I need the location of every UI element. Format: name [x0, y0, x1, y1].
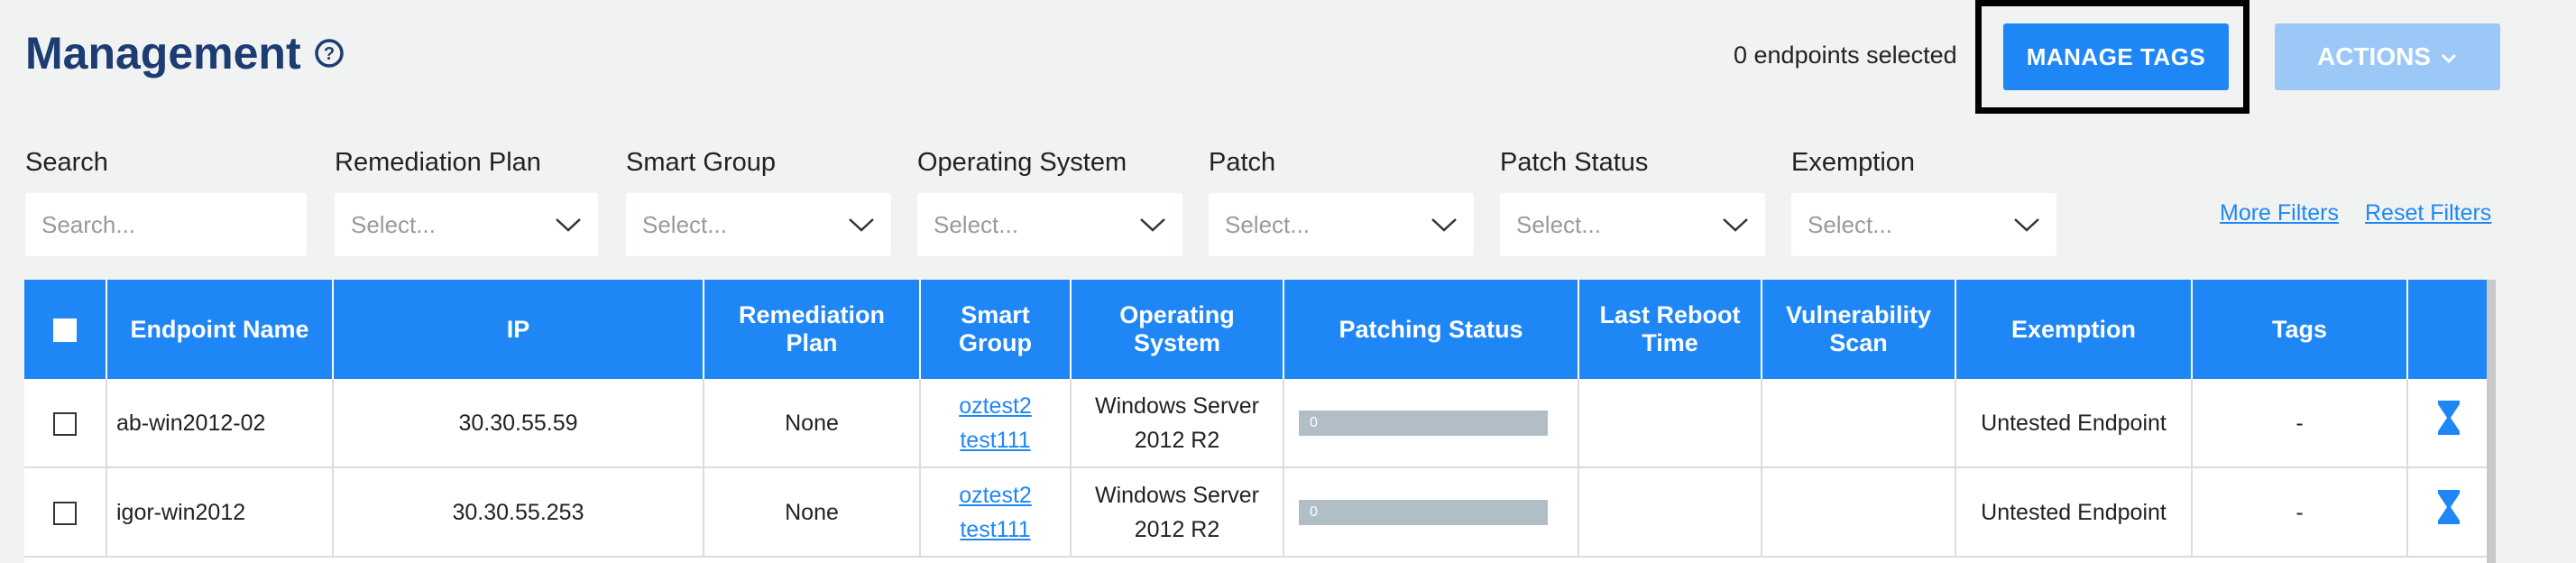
filter-operating-system: Operating System Select... — [917, 148, 1182, 256]
endpoint-name: igor-win2012 — [106, 467, 334, 558]
tags-cell: - — [2192, 379, 2408, 468]
last-reboot-cell — [1578, 379, 1762, 468]
chevron-down-icon — [848, 211, 875, 239]
select-placeholder: Select... — [1225, 210, 1310, 238]
remediation-plan-cell: None — [704, 379, 921, 468]
tags-cell: - — [2192, 467, 2408, 558]
exemption-cell: Untested Endpoint — [1955, 379, 2193, 468]
filter-search: Search Search... — [25, 148, 307, 256]
chevron-down-icon — [1139, 211, 1166, 239]
smart-group-link[interactable]: test111 — [926, 512, 1064, 547]
hourglass-icon[interactable] — [2436, 490, 2461, 531]
row-checkbox-cell — [24, 467, 107, 558]
actions-label: ACTIONS — [2317, 42, 2431, 70]
status-cell — [2407, 467, 2489, 558]
smart-group-cell: oztest2 test111 — [920, 467, 1072, 558]
remediation-plan-cell: None — [704, 467, 921, 558]
table-row: igor-win2012 30.30.55.253 None oztest2 t… — [24, 467, 2489, 558]
filter-patch: Patch Select... — [1209, 148, 1474, 256]
last-reboot-cell — [1578, 467, 1762, 558]
exemption-cell: Untested Endpoint — [1955, 467, 2193, 558]
select-all-cell — [24, 280, 107, 379]
os-cell: Windows Server 2012 R2 — [1071, 467, 1284, 558]
chevron-down-icon — [1431, 211, 1458, 239]
more-filters-link[interactable]: More Filters — [2220, 200, 2339, 226]
filter-label: Patch Status — [1500, 148, 1649, 177]
column-header[interactable]: Vulnerability Scan — [1762, 280, 1956, 379]
filter-label: Remediation Plan — [335, 148, 541, 177]
selected-count: 0 endpoints selected — [1734, 42, 1957, 69]
filter-label: Smart Group — [626, 148, 776, 177]
remediation-plan-select[interactable]: Select... — [335, 193, 598, 256]
ip-cell: 30.30.55.253 — [333, 467, 704, 558]
patch-select[interactable]: Select... — [1209, 193, 1474, 256]
column-header[interactable]: Patching Status — [1283, 280, 1579, 379]
select-placeholder: Select... — [351, 210, 436, 238]
search-placeholder: Search... — [41, 210, 136, 238]
filter-smart-group: Smart Group Select... — [626, 148, 891, 256]
patching-status-cell: 0 — [1283, 379, 1579, 468]
chevron-down-icon — [2013, 211, 2040, 239]
smart-group-link[interactable]: test111 — [926, 423, 1064, 457]
patching-progress-bar: 0 — [1299, 499, 1548, 525]
table-header-row: Endpoint Name IP Remediation Plan Smart … — [24, 280, 2489, 379]
select-placeholder: Select... — [934, 210, 1018, 238]
column-header[interactable]: Operating System — [1071, 280, 1284, 379]
svg-text:?: ? — [324, 44, 335, 64]
row-checkbox[interactable] — [53, 501, 77, 525]
page-title: Management ? — [25, 27, 345, 79]
patch-status-select[interactable]: Select... — [1500, 193, 1765, 256]
page-title-text: Management — [25, 28, 301, 78]
column-header[interactable]: IP — [333, 280, 704, 379]
actions-button[interactable]: ACTIONS — [2275, 23, 2500, 90]
status-cell — [2407, 379, 2489, 468]
search-input[interactable]: Search... — [25, 193, 307, 256]
endpoints-table: Endpoint Name IP Remediation Plan Smart … — [24, 280, 2489, 563]
exemption-select[interactable]: Select... — [1791, 193, 2056, 256]
column-header[interactable]: Last Reboot Time — [1578, 280, 1762, 379]
smart-group-cell: oztest2 test111 — [920, 379, 1072, 468]
patching-status-cell: 0 — [1283, 467, 1579, 558]
filter-exemption: Exemption Select... — [1791, 148, 2056, 256]
os-cell: Windows Server 2012 R2 — [1071, 379, 1284, 468]
select-placeholder: Select... — [1808, 210, 1892, 238]
select-placeholder: Select... — [642, 210, 727, 238]
column-header[interactable]: Smart Group — [920, 280, 1072, 379]
vulnerability-scan-cell — [1762, 379, 1956, 468]
manage-tags-button[interactable]: MANAGE TAGS — [2003, 23, 2229, 90]
filter-label: Operating System — [917, 148, 1127, 177]
column-header[interactable]: Endpoint Name — [106, 280, 334, 379]
progress-value: 0 — [1310, 414, 1318, 430]
smart-group-link[interactable]: oztest2 — [926, 478, 1064, 512]
column-header[interactable]: Exemption — [1955, 280, 2193, 379]
table-row: ab-win2012-02 30.30.55.59 None oztest2 t… — [24, 379, 2489, 468]
filter-patch-status: Patch Status Select... — [1500, 148, 1765, 256]
row-checkbox-cell — [24, 379, 107, 468]
hourglass-icon[interactable] — [2436, 401, 2461, 442]
filter-label: Exemption — [1791, 148, 1916, 177]
chevron-down-icon — [555, 211, 582, 239]
chevron-down-icon — [2440, 42, 2458, 71]
filter-label: Search — [25, 148, 108, 177]
column-header[interactable]: Tags — [2192, 280, 2408, 379]
endpoint-name: ab-win2012-02 — [106, 379, 334, 468]
vulnerability-scan-cell — [1762, 467, 1956, 558]
smart-group-select[interactable]: Select... — [626, 193, 891, 256]
patching-progress-bar: 0 — [1299, 410, 1548, 436]
table-scrollbar[interactable] — [2487, 280, 2496, 563]
reset-filters-link[interactable]: Reset Filters — [2365, 200, 2491, 226]
select-all-checkbox[interactable] — [53, 318, 77, 343]
operating-system-select[interactable]: Select... — [917, 193, 1182, 256]
column-header[interactable]: Remediation Plan — [704, 280, 921, 379]
ip-cell: 30.30.55.59 — [333, 379, 704, 468]
filter-label: Patch — [1209, 148, 1276, 177]
filter-remediation-plan: Remediation Plan Select... — [335, 148, 598, 256]
progress-value: 0 — [1310, 503, 1318, 520]
chevron-down-icon — [1722, 211, 1749, 239]
row-checkbox[interactable] — [53, 411, 77, 436]
actions-column-header — [2407, 280, 2489, 379]
help-icon[interactable]: ? — [314, 38, 345, 69]
smart-group-link[interactable]: oztest2 — [926, 389, 1064, 423]
select-placeholder: Select... — [1516, 210, 1601, 238]
